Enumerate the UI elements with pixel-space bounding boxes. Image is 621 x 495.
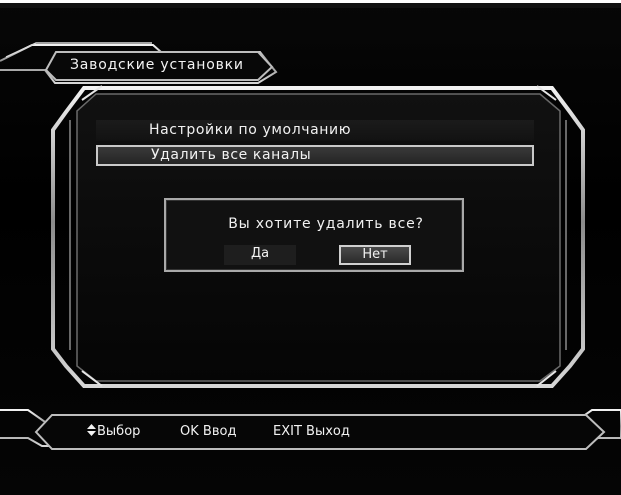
no-button[interactable]: Нет (339, 245, 411, 265)
footer-ok-hint: OK Ввод (180, 424, 236, 439)
top-cropped-strip (0, 0, 621, 8)
dialog-message: Вы хотите удалить все? (228, 216, 424, 232)
no-button-label: Нет (362, 247, 388, 262)
yes-button-label: Да (250, 246, 270, 261)
up-down-arrow-icon (87, 424, 96, 436)
menu-item-label: Удалить все каналы (151, 147, 312, 163)
ok-key-label: OK (180, 424, 199, 439)
page-title: Заводские установки (70, 57, 244, 73)
footer-select-hint: Выбор (87, 424, 140, 439)
delete-confirmation-dialog: Вы хотите удалить все? Да Нет (164, 198, 464, 272)
yes-button[interactable]: Да (224, 245, 296, 265)
menu-item-default-settings[interactable]: Настройки по умолчанию (96, 120, 534, 141)
footer-ok-label: Ввод (202, 424, 237, 439)
menu-item-delete-all-channels[interactable]: Удалить все каналы (96, 145, 534, 166)
footer-select-label: Выбор (97, 424, 141, 439)
settings-screen: Заводские установки Настройки по умолчан… (0, 0, 621, 495)
footer-exit-label: Выход (306, 424, 350, 439)
footer-exit-hint: EXIT Выход (273, 424, 350, 439)
exit-key-label: EXIT (273, 424, 302, 439)
menu-item-label: Настройки по умолчанию (149, 122, 352, 138)
